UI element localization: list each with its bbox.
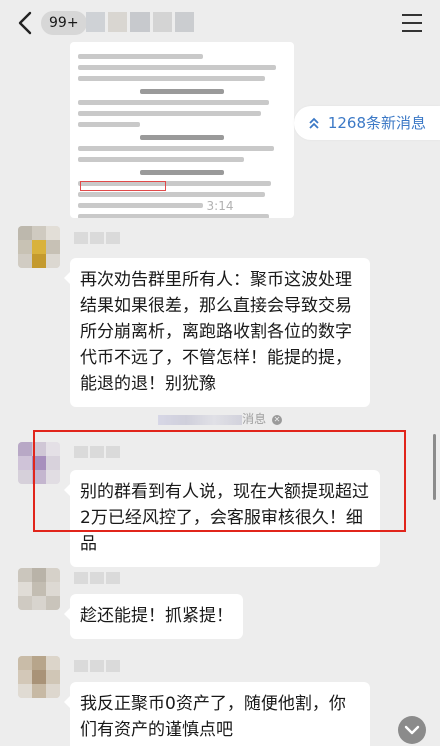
new-messages-label: 1268条新消息 bbox=[327, 114, 426, 132]
hamburger-menu-icon bbox=[402, 14, 422, 16]
more-options-button[interactable] bbox=[402, 14, 422, 32]
chat-header: 99+ bbox=[0, 0, 440, 46]
scrollbar[interactable] bbox=[433, 434, 436, 500]
chevron-left-icon bbox=[18, 11, 32, 35]
scroll-to-bottom-button[interactable] bbox=[398, 716, 426, 744]
image-message-thumbnail[interactable] bbox=[70, 42, 294, 218]
sender-name-redacted bbox=[74, 572, 120, 584]
double-chevron-up-icon bbox=[308, 108, 320, 142]
message-bubble[interactable]: 再次劝告群里所有人：聚币这波处理结果如果很差，那么直接会导致交易所分崩离析，离跑… bbox=[64, 258, 370, 407]
avatar[interactable] bbox=[18, 226, 60, 268]
message-bubble[interactable]: 趁还能提！抓紧提！ bbox=[64, 594, 243, 639]
message-bubble[interactable]: 我反正聚币0资产了，随便他割，你们有资产的谨慎点吧 bbox=[64, 682, 370, 746]
unread-count-badge[interactable]: 99+ bbox=[41, 11, 87, 35]
new-messages-button[interactable]: 1268条新消息 bbox=[293, 106, 440, 142]
image-highlight-mark bbox=[80, 181, 166, 191]
back-button[interactable] bbox=[14, 10, 38, 36]
system-notice: 消息 ✕ bbox=[0, 410, 440, 427]
close-circle-icon[interactable]: ✕ bbox=[271, 414, 282, 425]
chevron-down-icon bbox=[404, 725, 420, 735]
avatar[interactable] bbox=[18, 568, 60, 610]
avatar[interactable] bbox=[18, 656, 60, 698]
time-divider: 3:14 bbox=[206, 199, 234, 213]
system-notice-redacted bbox=[158, 414, 243, 425]
sender-name-redacted bbox=[74, 232, 120, 244]
message-list[interactable]: 1268条新消息 3:14 再次劝告群里所有人：聚币这波处理结果如果很差，那么直… bbox=[0, 42, 440, 746]
sender-name-redacted bbox=[74, 660, 120, 672]
highlight-annotation-box bbox=[33, 430, 406, 532]
chat-title-redacted bbox=[86, 12, 195, 32]
